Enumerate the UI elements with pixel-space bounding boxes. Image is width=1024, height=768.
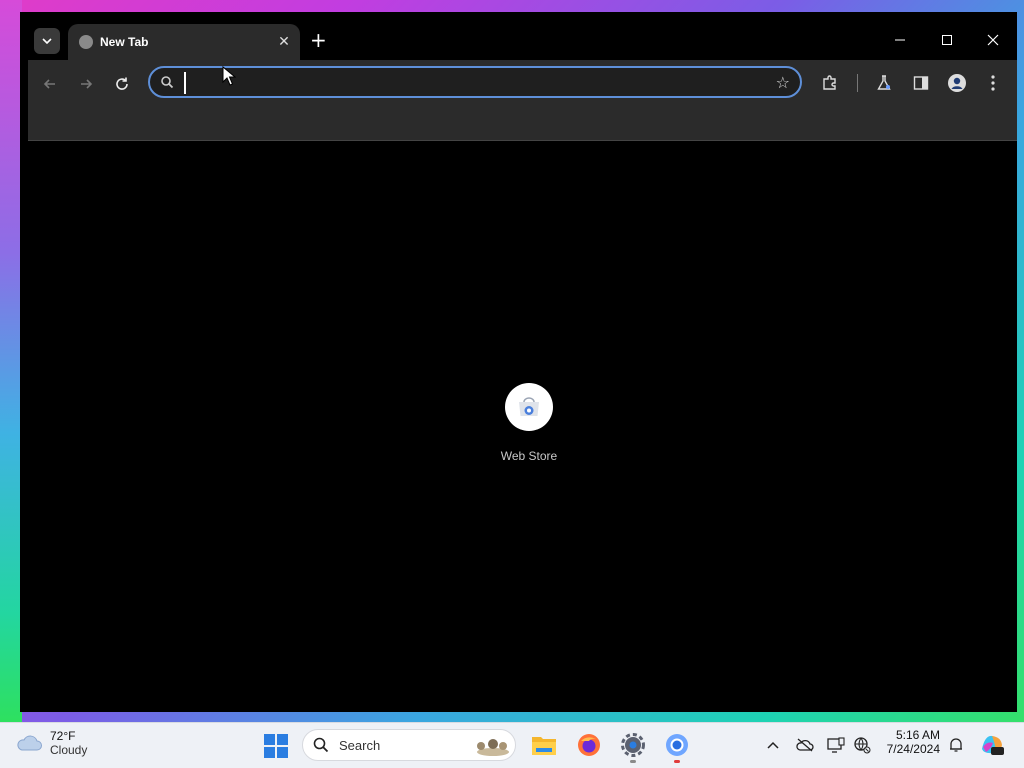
browser-window: New Tab ✕ + ☆ Web Store [20,12,1017,712]
toolbar-divider [857,74,858,92]
mouse-pointer-icon [222,66,236,86]
taskbar: 72°F Cloudy Search 5:16 AM 7/24/2024 [0,722,1024,768]
reload-button[interactable] [112,74,132,94]
display-tray-icon[interactable] [827,736,845,754]
close-tab-icon[interactable]: ✕ [276,34,292,50]
extensions-button[interactable] [820,73,840,93]
onedrive-tray-icon[interactable] [796,736,814,754]
chevron-up-icon [767,741,779,749]
new-tab-button[interactable]: + [310,30,327,50]
bookmarks-bar [28,106,1017,141]
tab-strip: New Tab ✕ + [20,12,1017,60]
windows-logo-icon [264,734,288,758]
tab-title: New Tab [100,35,149,49]
notifications-button[interactable] [947,736,965,754]
monitor-icon [827,737,845,753]
clock-time: 5:16 AM [895,728,940,742]
maximize-button[interactable] [937,30,957,50]
weather-temperature: 72°F [50,729,76,743]
reload-icon [116,77,128,90]
search-highlight-icon [477,739,509,756]
settings-running-indicator [630,760,636,763]
more-vertical-icon [991,75,995,91]
network-tray-icon[interactable] [853,736,871,754]
side-panel-icon [913,76,929,90]
gear-icon [621,733,645,757]
firefox-icon [578,734,600,756]
shortcut-tile [505,383,553,431]
firefox-app[interactable] [576,732,602,758]
back-button[interactable] [40,74,60,94]
show-hidden-icons-button[interactable] [764,736,782,754]
globe-off-icon [854,737,871,754]
arrow-left-icon [43,79,55,89]
arrow-right-icon [81,79,93,89]
chrome-app[interactable] [664,732,690,758]
bell-icon [950,738,962,752]
taskbar-search-box[interactable]: Search [302,729,516,761]
search-icon [161,76,174,89]
chrome-running-indicator [674,760,680,763]
flask-icon [877,75,891,90]
menu-button[interactable] [983,73,1003,93]
new-tab-page: Web Store [28,141,1017,712]
chevron-down-icon [42,38,52,44]
weather-widget[interactable]: 72°F Cloudy [16,729,87,757]
tab-new-tab[interactable]: New Tab ✕ [68,24,300,60]
address-bar[interactable]: ☆ [148,66,802,98]
file-explorer-app[interactable] [531,732,557,758]
folder-icon [532,737,556,755]
system-clock[interactable]: 5:16 AM 7/24/2024 [880,728,940,756]
cloud-icon [17,735,42,751]
cloud-off-icon [796,738,814,752]
desktop-icons-strip [0,0,22,722]
clock-date: 7/24/2024 [886,742,940,756]
maximize-icon [942,35,952,45]
weather-description: Cloudy [50,743,88,757]
shortcut-web-store[interactable]: Web Store [486,383,572,463]
search-icon [313,737,329,753]
profile-button[interactable] [947,73,967,93]
toolbar: ☆ [28,60,1017,106]
address-input[interactable] [184,72,772,94]
bookmark-star-icon[interactable]: ☆ [776,73,790,92]
side-panel-button[interactable] [911,73,931,93]
forward-button[interactable] [76,74,96,94]
settings-app[interactable] [620,732,646,758]
close-icon [987,34,999,46]
taskbar-search-label: Search [339,738,381,753]
avatar-icon [948,74,966,92]
shortcut-label: Web Store [500,449,558,463]
globe-icon [79,35,93,49]
start-button[interactable] [264,734,288,758]
web-store-icon [519,397,539,416]
close-window-button[interactable] [983,30,1003,50]
chrome-icon [666,734,688,756]
labs-button[interactable] [874,73,894,93]
minimize-icon [895,39,905,41]
copilot-icon [982,735,1004,755]
copilot-app[interactable] [979,731,1005,757]
minimize-button[interactable] [890,30,910,50]
puzzle-icon [823,75,836,90]
tab-search-button[interactable] [34,28,60,54]
